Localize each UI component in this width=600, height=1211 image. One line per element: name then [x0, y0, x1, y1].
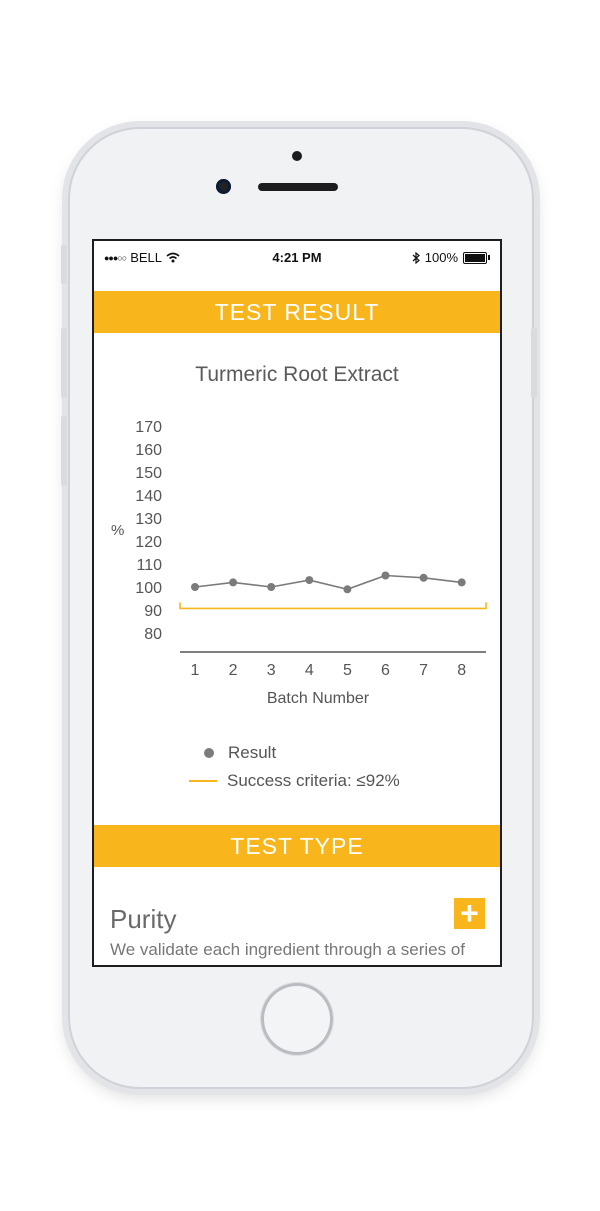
legend-marker-result — [204, 748, 214, 758]
y-tick-label: 140 — [135, 488, 162, 505]
chart-title: Turmeric Root Extract — [195, 363, 399, 386]
screen: ●●●○○ BELL 4:21 PM 100% TEST RESULT Turm… — [92, 239, 502, 967]
success-criteria-line — [179, 602, 487, 610]
test-result-header: TEST RESULT — [94, 291, 500, 333]
status-bar: ●●●○○ BELL 4:21 PM 100% — [94, 241, 500, 275]
y-tick-label: 130 — [135, 511, 162, 528]
y-tick-label: 90 — [144, 603, 162, 620]
bluetooth-icon — [412, 251, 420, 264]
result-point-5 — [343, 585, 352, 594]
legend-marker-success-criteria — [189, 780, 217, 782]
x-tick-label: 2 — [229, 662, 238, 679]
y-tick-label: 100 — [135, 580, 162, 597]
home-button[interactable] — [261, 983, 333, 1055]
result-chart: % Batch Number 80 90 100 110 120 130 140 150 160… — [111, 419, 487, 707]
legend-item-result: Result — [189, 739, 400, 767]
x-tick-label: 4 — [305, 662, 314, 679]
result-point-1 — [191, 583, 199, 591]
expand-purity-button[interactable]: + — [454, 897, 485, 929]
result-point-7 — [419, 573, 428, 582]
battery-percent: 100% — [424, 250, 458, 265]
x-tick-label: 1 — [191, 662, 200, 679]
x-tick-label: 3 — [267, 662, 276, 679]
volume-down-button — [61, 416, 67, 486]
system-indicators: 100% — [412, 250, 490, 265]
y-tick-label: 120 — [135, 534, 162, 551]
purity-description: We validate each ingredient through a se… — [110, 940, 466, 959]
purity-title: Purity — [110, 904, 177, 934]
volume-up-button — [61, 328, 67, 398]
y-tick-label: 110 — [136, 557, 162, 574]
y-tick-label: 150 — [135, 465, 162, 482]
result-point-4 — [305, 576, 314, 585]
chart-legend: Result Success criteria: ≤92% — [189, 739, 400, 795]
result-point-2 — [229, 578, 238, 587]
x-tick-label: 8 — [457, 662, 466, 679]
y-tick-label: 170 — [135, 419, 162, 436]
x-tick-label: 7 — [419, 662, 428, 679]
earpiece-speaker — [258, 183, 338, 191]
legend-item-success-criteria: Success criteria: ≤92% — [189, 767, 400, 795]
x-tick-label: 6 — [381, 662, 390, 679]
power-button — [531, 328, 537, 398]
result-point-6 — [381, 571, 390, 580]
battery-tip-icon — [488, 255, 490, 260]
legend-label-result: Result — [228, 743, 277, 762]
legend-label-success-criteria: Success criteria: ≤92% — [227, 771, 400, 790]
x-axis-label: Batch Number — [267, 690, 370, 707]
result-point-3 — [267, 583, 276, 591]
battery-icon — [463, 251, 487, 264]
y-tick-label: 160 — [135, 442, 162, 459]
y-tick-label: 80 — [144, 626, 162, 643]
x-tick-label: 5 — [343, 662, 352, 679]
front-camera — [216, 179, 231, 194]
test-type-header: TEST TYPE — [94, 825, 500, 867]
result-point-8 — [457, 578, 466, 587]
y-axis-label: % — [111, 522, 124, 539]
proximity-sensor — [292, 151, 302, 161]
mute-switch — [61, 245, 67, 284]
